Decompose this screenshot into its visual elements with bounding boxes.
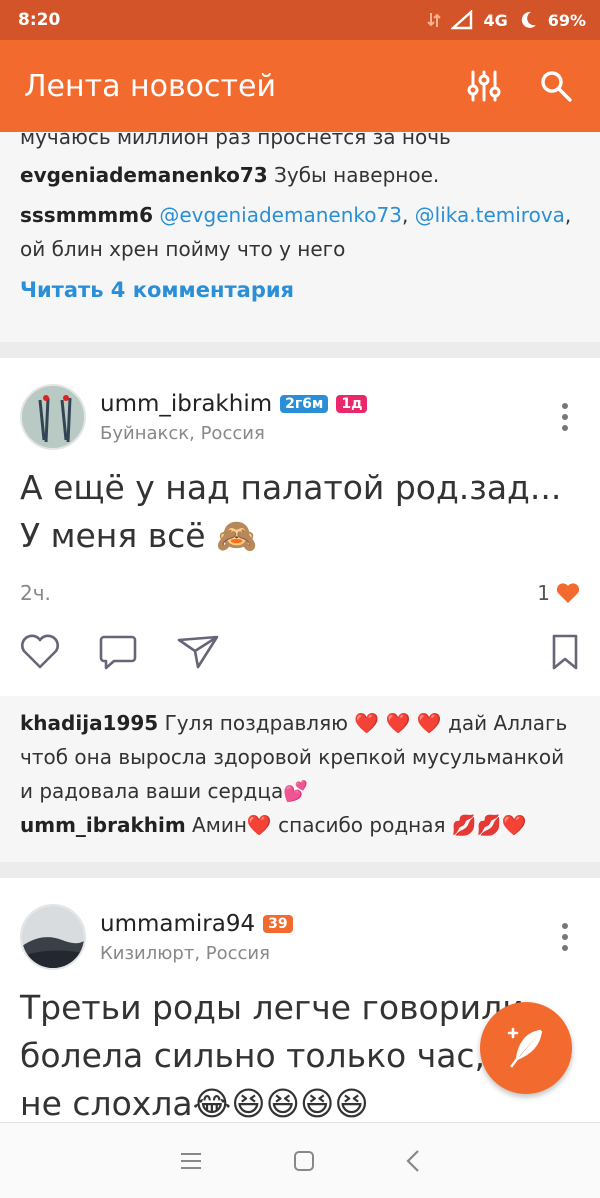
age-badge: 1д	[336, 394, 368, 413]
likes-count[interactable]: 1	[537, 581, 580, 605]
post-text-line: А ещё у над палатой род.зад...	[20, 468, 562, 507]
read-comments-link[interactable]: Читать 4 комментария	[20, 278, 580, 302]
status-icons: 4G 69%	[427, 10, 586, 30]
post-text-line: У меня всё 🙈	[20, 516, 258, 555]
signal-icon	[451, 10, 473, 30]
post-location[interactable]: Буйнакск, Россия	[100, 423, 550, 444]
post-text[interactable]: А ещё у над палатой род.зад... У меня вс…	[0, 458, 600, 560]
post-time: 2ч.	[20, 581, 51, 605]
comment-item: evgeniademanenko73 Зубы наверное.	[20, 158, 580, 192]
more-options-icon[interactable]	[550, 923, 580, 951]
age-badge: 2г6м	[280, 394, 329, 413]
bookmark-icon[interactable]	[550, 633, 580, 671]
comment-text: Зубы наверное.	[274, 163, 440, 187]
post-actions	[0, 608, 600, 696]
network-label: 4G	[483, 10, 508, 30]
mention-link[interactable]: @lika.temirova	[415, 203, 565, 227]
comment-text: мучаюсь миллион раз проснется за ночь	[20, 132, 451, 149]
comment-text: Амин❤️ спасибо родная 💋💋❤️	[185, 813, 527, 837]
comment-username[interactable]: evgeniademanenko73	[20, 163, 268, 187]
post-header: ummamira94 39 Кизилюрт, Россия	[0, 878, 600, 978]
comment-partial: мучаюсь миллион раз проснется за ночь	[20, 132, 580, 154]
post-location[interactable]: Кизилюрт, Россия	[100, 943, 550, 964]
app-bar: Лента новостей	[0, 40, 600, 132]
post-card: umm_ibrakhim 2г6м 1д Буйнакск, Россия А …	[0, 358, 600, 862]
comment-icon[interactable]	[98, 633, 138, 671]
news-feed[interactable]: мучаюсь миллион раз проснется за ночь ev…	[0, 132, 600, 1122]
avatar[interactable]	[20, 904, 86, 970]
share-icon[interactable]	[176, 634, 220, 670]
search-icon[interactable]	[536, 66, 576, 106]
comment-item: umm_ibrakhim Амин❤️ спасибо родная 💋💋❤️	[20, 808, 580, 842]
menu-icon[interactable]	[179, 1151, 203, 1171]
home-icon[interactable]	[293, 1150, 315, 1172]
status-bar: 8:20 4G 69%	[0, 0, 600, 40]
avatar[interactable]	[20, 384, 86, 450]
post-text-line: не слохла😂😆😆😆😆	[20, 1084, 369, 1122]
more-options-icon[interactable]	[550, 403, 580, 431]
age-badge: 39	[263, 914, 293, 933]
system-nav-bar	[0, 1122, 600, 1198]
comment-username[interactable]: khadija1995	[20, 711, 158, 735]
back-icon[interactable]	[405, 1149, 421, 1173]
comment-item: sssmmmm6 @evgeniademanenko73, @lika.temi…	[20, 198, 580, 266]
mention-link[interactable]: @evgeniademanenko73	[159, 203, 402, 227]
post-meta: 2ч. 1	[0, 560, 600, 608]
post-header: umm_ibrakhim 2г6м 1д Буйнакск, Россия	[0, 358, 600, 458]
filter-icon[interactable]	[464, 66, 504, 106]
status-time: 8:20	[18, 10, 61, 30]
divider	[0, 862, 600, 878]
comments-section: khadija1995 Гуля поздравляю ❤️ ❤️ ❤️ дай…	[0, 696, 600, 862]
comment-username[interactable]: umm_ibrakhim	[20, 813, 186, 837]
feather-pen-icon	[507, 1027, 543, 1068]
divider	[0, 342, 600, 358]
likes-number: 1	[537, 581, 550, 605]
new-post-button[interactable]	[480, 1002, 572, 1094]
battery-label: 69%	[547, 10, 586, 30]
post-username[interactable]: ummamira94	[100, 911, 255, 937]
heart-filled-icon	[556, 583, 580, 603]
comment-separator: ,	[401, 203, 409, 227]
post-username[interactable]: umm_ibrakhim	[100, 391, 272, 417]
data-transfer-icon	[427, 13, 442, 27]
like-icon[interactable]	[20, 634, 60, 670]
moon-icon	[521, 11, 536, 28]
page-title: Лента новостей	[24, 68, 276, 104]
comment-item: khadija1995 Гуля поздравляю ❤️ ❤️ ❤️ дай…	[20, 706, 580, 808]
comments-section: мучаюсь миллион раз проснется за ночь ev…	[0, 132, 600, 342]
comment-username[interactable]: sssmmmm6	[20, 203, 153, 227]
